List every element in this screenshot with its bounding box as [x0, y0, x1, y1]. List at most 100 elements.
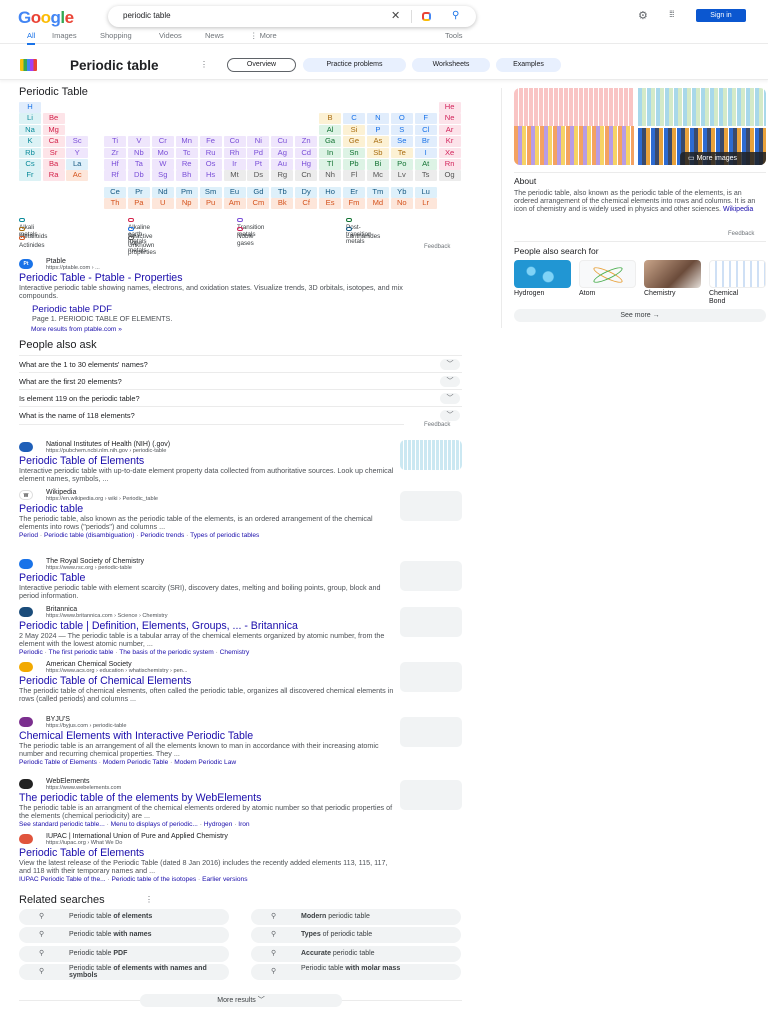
element-cell[interactable]: As	[366, 136, 389, 147]
feedback-link[interactable]: Feedback	[728, 231, 754, 237]
related-search-chip[interactable]: ⚲ Periodic table with names	[19, 927, 229, 944]
element-cell[interactable]: Lv	[390, 170, 413, 181]
pasf-label[interactable]: Hydrogen	[514, 290, 544, 298]
element-cell[interactable]: Se	[390, 136, 413, 147]
element-cell[interactable]: Ge	[343, 136, 365, 147]
element-cell[interactable]: Hg	[295, 159, 318, 170]
result-url[interactable]: https://ptable.com › ...	[46, 265, 399, 271]
element-cell[interactable]: Pm	[175, 187, 198, 198]
element-cell[interactable]: O	[390, 113, 413, 124]
sitelink[interactable]: Periodic table (disambiguation)	[44, 532, 135, 539]
more-results-button[interactable]: More results ﹀	[140, 994, 342, 1007]
element-cell[interactable]: Mn	[175, 136, 198, 147]
related-search-chip[interactable]: ⚲ Types of periodic table	[251, 927, 461, 944]
sitelink[interactable]: Periodic table of the isotopes	[112, 876, 197, 883]
element-cell[interactable]: Mc	[366, 170, 389, 181]
result-url[interactable]: https://byjus.com › periodic-table	[46, 723, 399, 729]
element-cell[interactable]: B	[319, 113, 342, 124]
element-cell[interactable]: Os	[199, 159, 222, 170]
search-icon[interactable]: ⚲	[452, 10, 459, 21]
element-cell[interactable]: Np	[175, 198, 198, 209]
sitelink[interactable]: Modern Periodic Table	[103, 759, 169, 766]
paa-question[interactable]: What are the first 20 elements? ﹀	[19, 372, 462, 389]
element-cell[interactable]: Cn	[295, 170, 318, 181]
sitelink[interactable]: The first periodic table	[49, 649, 114, 656]
element-cell[interactable]: La	[66, 159, 89, 170]
element-cell[interactable]: Co	[223, 136, 246, 147]
element-cell[interactable]: Ni	[247, 136, 270, 147]
related-search-chip[interactable]: ⚲ Periodic table of elements with names a…	[19, 963, 229, 980]
element-cell[interactable]: Y	[66, 147, 89, 159]
element-cell[interactable]: Kr	[438, 136, 461, 147]
chevron-down-icon[interactable]: ﹀	[440, 376, 460, 387]
element-cell[interactable]: Al	[319, 124, 342, 136]
feedback-link[interactable]: Feedback	[424, 244, 450, 250]
gallery-image[interactable]	[514, 88, 634, 126]
chemistry-image[interactable]	[644, 260, 701, 288]
element-cell[interactable]: Re	[175, 159, 198, 170]
related-search-chip[interactable]: ⚲ Periodic table of elements	[19, 909, 229, 925]
search-input[interactable]: periodic table	[123, 11, 171, 20]
result-thumbnail[interactable]	[400, 607, 462, 637]
element-cell[interactable]: Pb	[343, 159, 365, 170]
element-cell[interactable]: Pr	[127, 187, 150, 198]
sign-in-button[interactable]: Sign in	[696, 9, 746, 22]
element-cell[interactable]: Te	[390, 147, 413, 159]
element-cell[interactable]: Fm	[343, 198, 365, 209]
element-cell[interactable]: Rg	[271, 170, 294, 181]
tab-news[interactable]: News	[205, 31, 224, 40]
element-cell[interactable]: Tc	[175, 147, 198, 159]
search-box[interactable]: periodic table ✕ ⚲	[108, 6, 476, 27]
element-cell[interactable]: Sm	[199, 187, 222, 198]
element-cell[interactable]: Hf	[104, 159, 126, 170]
related-search-chip[interactable]: ⚲ Periodic table with molar mass	[251, 963, 461, 980]
related-search-chip[interactable]: ⚲ Periodic table PDF	[19, 945, 229, 962]
atom-image[interactable]	[579, 260, 636, 288]
element-cell[interactable]: Ru	[199, 147, 222, 159]
element-cell[interactable]: Po	[390, 159, 413, 170]
element-cell[interactable]: Cr	[151, 136, 174, 147]
result-thumbnail[interactable]	[400, 662, 462, 692]
sitelink[interactable]: The basis of the periodic system	[119, 649, 214, 656]
element-cell[interactable]: Au	[271, 159, 294, 170]
element-cell[interactable]: Sn	[343, 147, 365, 159]
element-cell[interactable]: Bh	[175, 170, 198, 181]
element-cell[interactable]: Og	[438, 170, 461, 181]
element-cell[interactable]: Ga	[319, 136, 342, 147]
element-cell[interactable]: Ir	[223, 159, 246, 170]
result-url[interactable]: https://iupac.org › What We Do	[46, 840, 399, 846]
element-cell[interactable]: Pa	[127, 198, 150, 209]
element-cell[interactable]: Md	[366, 198, 389, 209]
element-cell[interactable]: Er	[343, 187, 365, 198]
element-cell[interactable]: At	[414, 159, 437, 170]
element-cell[interactable]: K	[19, 136, 41, 147]
result-thumbnail[interactable]	[400, 717, 462, 747]
element-cell[interactable]: Fe	[199, 136, 222, 147]
tab-images[interactable]: Images	[52, 31, 77, 40]
result-url[interactable]: https://en.wikipedia.org › wiki › Period…	[46, 496, 399, 502]
element-cell[interactable]: Lr	[414, 198, 437, 209]
element-cell[interactable]: Cu	[271, 136, 294, 147]
element-cell[interactable]: N	[366, 113, 389, 124]
element-cell[interactable]: Bi	[366, 159, 389, 170]
element-cell[interactable]: Ts	[414, 170, 437, 181]
feedback-link[interactable]: Feedback	[424, 422, 450, 428]
element-cell[interactable]: Cs	[19, 159, 41, 170]
element-cell[interactable]: Nd	[151, 187, 174, 198]
sitelink[interactable]: Periodic	[19, 649, 43, 656]
gallery-image[interactable]	[514, 126, 634, 165]
element-cell[interactable]: Pt	[247, 159, 270, 170]
more-images-button[interactable]: ▭ More images	[680, 152, 766, 165]
result-url[interactable]: https://www.rsc.org › periodic-table	[46, 565, 399, 571]
element-cell[interactable]: Mt	[223, 170, 246, 181]
image-gallery[interactable]: ▭ More images	[514, 88, 766, 165]
chip-examples[interactable]: Examples	[496, 58, 561, 72]
result-thumbnail[interactable]	[400, 491, 462, 521]
element-cell[interactable]: Eu	[223, 187, 246, 198]
result-url[interactable]: https://www.britannica.com › Science › C…	[46, 613, 399, 619]
clear-icon[interactable]: ✕	[391, 9, 400, 22]
paa-question[interactable]: Is element 119 on the periodic table? ﹀	[19, 389, 462, 406]
element-cell[interactable]: Ds	[247, 170, 270, 181]
tools-button[interactable]: Tools	[445, 31, 463, 40]
element-cell[interactable]: Yb	[390, 187, 413, 198]
